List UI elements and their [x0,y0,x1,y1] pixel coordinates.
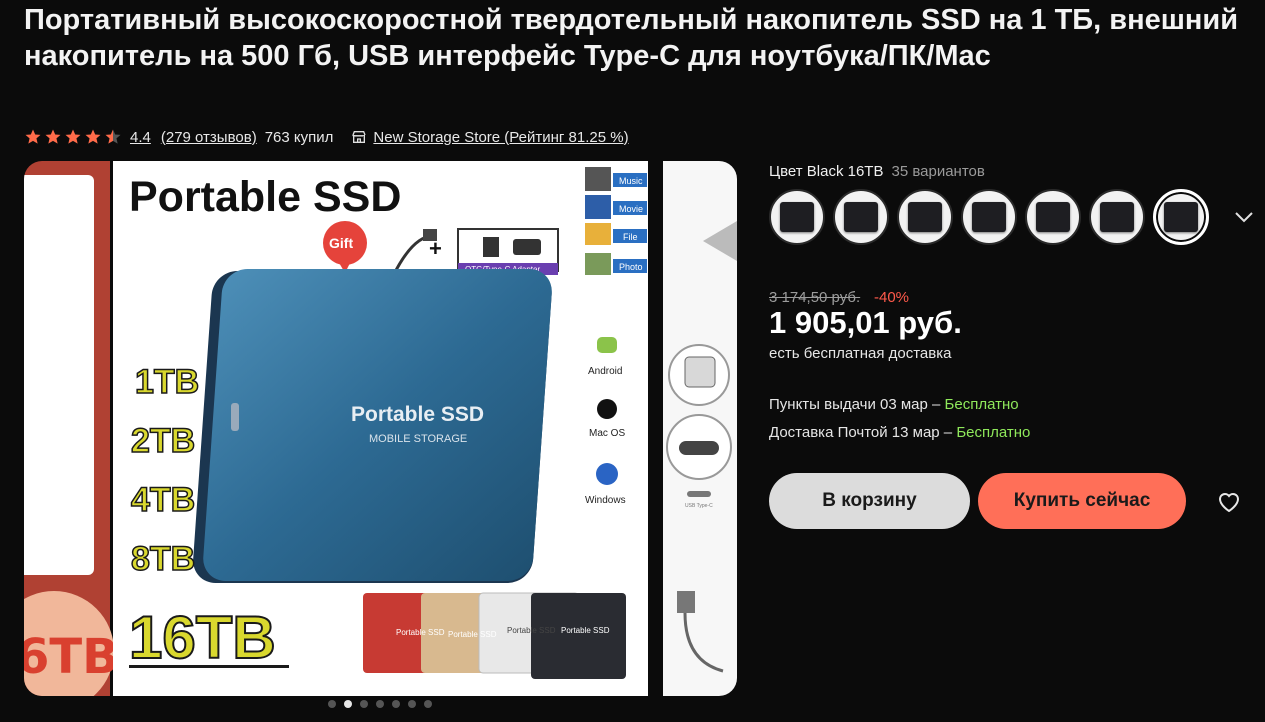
gallery-prev-slide[interactable]: 6TB [24,161,119,696]
color-swatch[interactable] [1089,189,1145,245]
current-price: 1 905,01 руб. [769,305,962,340]
buy-now-button[interactable]: Купить сейчас [978,473,1186,529]
bought-count: 763 купил [264,128,334,146]
device-label: Portable SSD [351,403,484,426]
pickup-text: Пункты выдачи 03 мар – [769,396,945,413]
color-label: Цвет Black 16TB [769,163,884,180]
big-capacity: 16TB [129,604,276,671]
prev-slide-caption: 6TB [24,629,119,685]
svg-text:Photo: Photo [619,262,643,272]
store-link[interactable]: New Storage Store (Рейтинг 81.25 %) [373,129,628,146]
color-swatch[interactable] [769,189,825,245]
gallery-main-image[interactable]: Portable SSD Gift + OTG/Type-C Adapter [113,161,648,696]
next-slide-caption: USB Type-C [685,503,713,509]
color-selector-label: Цвет Black 16TB 35 вариантов [769,163,985,180]
adapter-box: OTG/Type-C Adapter [457,228,559,275]
svg-text:Portable SSD: Portable SSD [507,626,556,635]
rating-value[interactable]: 4.4 [130,129,151,146]
store-icon [352,131,367,143]
gallery-dot[interactable] [376,700,384,708]
svg-text:File: File [623,232,638,242]
color-swatch[interactable] [897,189,953,245]
svg-text:2TB: 2TB [131,422,195,460]
svg-text:Windows: Windows [585,495,626,506]
post-delivery: Доставка Почтой 13 мар – Бесплатно [769,424,1030,441]
capacity-list: 1TB 2TB 4TB 8TB [130,362,200,579]
svg-text:+: + [429,236,442,261]
media-list: Music Movie File Photo [585,167,647,275]
gift-label: Gift [329,235,353,251]
star-icon [45,129,61,144]
swatch-thumbnail [780,202,814,232]
ssd-device: Portable SSD MOBILE STORAGE [193,269,552,583]
os-list: Android Mac OS Windows [585,337,626,506]
svg-text:Android: Android [588,366,622,377]
svg-text:8TB: 8TB [131,540,195,578]
pickup-delivery: Пункты выдачи 03 мар – Бесплатно [769,396,1019,413]
svg-text:Portable SSD: Portable SSD [561,626,610,635]
color-swatch[interactable] [833,189,889,245]
star-half-icon [105,129,121,144]
gallery-dot[interactable] [344,700,352,708]
product-meta: 4.4 (279 отзывов) 763 купил New Storage … [24,126,629,148]
pickup-free: Бесплатно [944,396,1019,413]
product-title: Портативный высокоскоростной твердотельн… [24,4,1239,72]
post-free: Бесплатно [956,424,1031,441]
product-gallery[interactable]: 6TB Portable SSD Gift + Music Movie File… [24,161,737,696]
swatch-thumbnail [1164,202,1198,232]
gallery-next-slide[interactable]: USB Type-C [663,161,737,696]
add-to-cart-button[interactable]: В корзину [769,473,970,529]
svg-text:4TB: 4TB [131,481,195,519]
variants-count: 35 вариантов [891,163,985,180]
svg-text:Portable SSD: Portable SSD [448,630,497,639]
star-icon [65,129,81,144]
swatch-thumbnail [972,202,1006,232]
gallery-dot[interactable] [360,700,368,708]
old-price: 3 174,50 руб. [769,289,861,306]
gallery-dot[interactable] [424,700,432,708]
swatch-thumbnail [1036,202,1070,232]
gift-badge: Gift [323,221,367,273]
free-shipping-note: есть бесплатная доставка [769,345,952,362]
color-swatch[interactable] [961,189,1017,245]
swatch-thumbnail [1100,202,1134,232]
color-swatch[interactable] [1025,189,1081,245]
discount-badge: -40% [874,289,910,306]
svg-text:Portable SSD: Portable SSD [396,628,445,637]
gallery-dot[interactable] [328,700,336,708]
color-swatch[interactable] [1153,189,1209,245]
color-swatches[interactable] [769,189,1209,245]
heart-icon[interactable] [1216,489,1242,513]
star-icon [25,129,41,144]
gallery-dot[interactable] [408,700,416,708]
star-icon [85,129,101,144]
svg-text:Mac OS: Mac OS [589,428,625,439]
image-headline: Portable SSD [129,173,401,221]
svg-text:1TB: 1TB [135,363,199,401]
svg-text:Music: Music [619,176,643,186]
swatch-thumbnail [844,202,878,232]
gallery-dots[interactable] [328,700,432,708]
reviews-link[interactable]: (279 отзывов) [161,129,257,146]
svg-text:Movie: Movie [619,204,643,214]
device-sub: MOBILE STORAGE [369,433,467,445]
post-text: Доставка Почтой 13 мар – [769,424,957,441]
swatch-thumbnail [908,202,942,232]
gallery-dot[interactable] [392,700,400,708]
rating-stars [24,128,122,146]
chevron-down-icon[interactable] [1232,207,1256,227]
color-variants: Portable SSD Portable SSD Portable SSD P… [363,592,626,679]
